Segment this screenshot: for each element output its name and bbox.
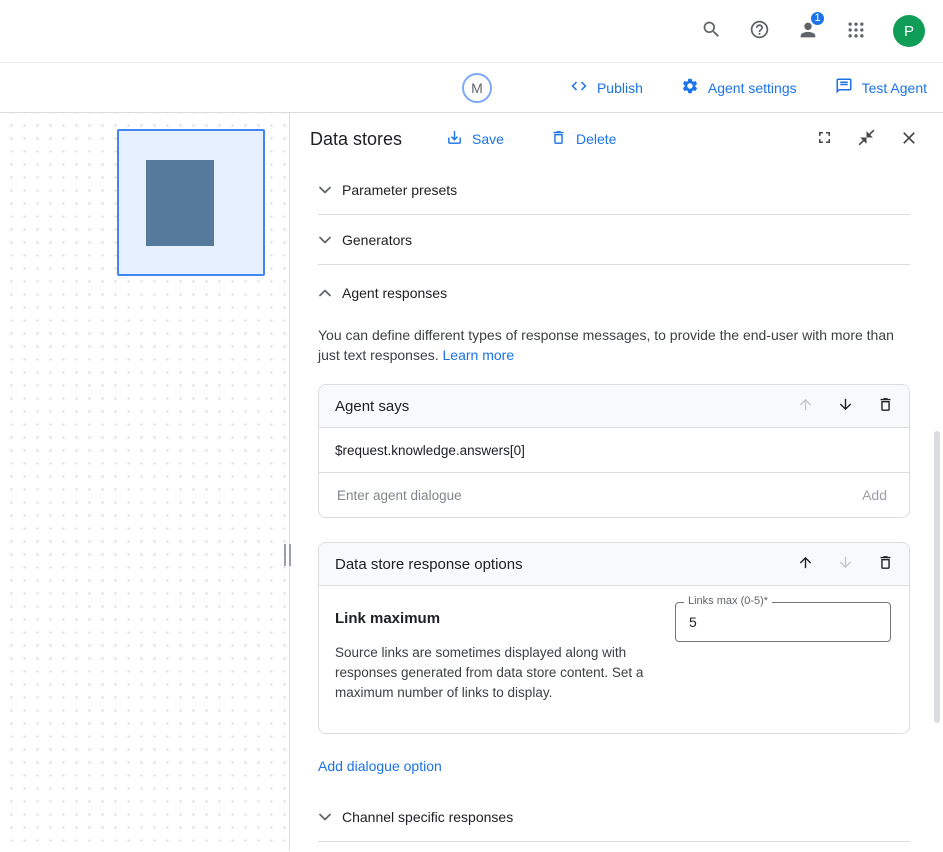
flow-node[interactable] [117,129,265,276]
option-title: Link maximum [335,610,673,627]
card-actions [797,396,894,416]
fullscreen-button[interactable] [815,128,834,150]
agent-dialogue-input-row: Add [319,473,909,517]
agent-settings-button[interactable]: Agent settings [679,73,799,102]
move-down-button[interactable] [837,396,854,416]
agent-dialogue-input[interactable] [335,487,856,504]
test-agent-label: Test Agent [862,80,927,96]
panel-header: Data stores Save Delete [290,113,943,165]
agent-says-card: Agent says [318,384,910,518]
delete-card-button[interactable] [877,396,894,416]
arrow-down-icon [837,396,854,416]
panel-header-actions [815,128,919,151]
agent-avatar[interactable]: M [462,73,492,103]
section-label: Channel specific responses [342,809,513,825]
notifications-button[interactable]: 1 [797,19,819,44]
chat-icon [835,77,853,98]
arrow-down-icon [837,554,854,574]
test-agent-button[interactable]: Test Agent [833,73,929,102]
search-button[interactable] [701,19,722,43]
fullscreen-icon [815,128,834,150]
search-icon [701,19,722,43]
code-icon [570,77,588,98]
section-label: Parameter presets [342,182,457,198]
move-up-button[interactable] [797,554,814,574]
section-label: Generators [342,232,412,248]
close-icon [899,128,919,151]
panel-resize-handle[interactable] [284,544,291,566]
notification-badge: 1 [809,10,826,27]
agent-says-card-header: Agent says [319,385,909,428]
card-title: Data store response options [335,556,523,573]
save-icon [446,129,463,149]
topbar: 1 P [0,0,943,63]
card-title: Agent says [335,398,409,415]
close-panel-button[interactable] [899,128,919,151]
chevron-up-icon [318,289,331,297]
help-icon [749,19,770,43]
agent-responses-description: You can define different types of respon… [318,325,896,365]
data-store-card-body: Link maximum Source links are sometimes … [319,586,909,733]
section-agent-responses[interactable]: Agent responses [318,265,910,321]
chevron-down-icon [318,813,331,821]
trash-icon [550,129,567,149]
agent-settings-label: Agent settings [708,80,797,96]
links-max-label: Links max (0-5)* [684,595,772,607]
arrow-up-icon [797,554,814,574]
move-down-button[interactable] [837,554,854,574]
data-store-card-header: Data store response options [319,543,909,586]
page-title: Data stores [310,129,402,150]
trash-icon [877,396,894,416]
apps-grid-icon [846,20,866,43]
chevron-down-icon [318,186,331,194]
learn-more-link[interactable]: Learn more [443,347,515,363]
option-description: Source links are sometimes displayed alo… [335,643,673,703]
panel-body: Parameter presets Generators Agent respo… [290,165,943,842]
help-button[interactable] [749,19,770,43]
main-area: Data stores Save Delete [0,113,943,851]
links-max-field: Links max (0-5)* [675,602,891,642]
divider [318,841,910,842]
data-stores-panel: Data stores Save Delete [290,113,943,851]
chevron-down-icon [318,236,331,244]
publish-label: Publish [597,80,643,96]
node-thumbnail [146,160,214,246]
section-channel-specific-responses[interactable]: Channel specific responses [318,792,910,841]
account-avatar[interactable]: P [893,15,925,47]
link-maximum-block: Link maximum Source links are sometimes … [335,598,673,703]
agent-dialogue-value[interactable]: $request.knowledge.answers[0] [319,428,909,473]
delete-label: Delete [576,131,616,147]
section-generators[interactable]: Generators [318,215,910,264]
add-dialogue-option-button[interactable]: Add dialogue option [318,758,442,774]
save-label: Save [472,131,504,147]
section-label: Agent responses [342,285,447,301]
agent-toolbar: M Publish Agent settings Test Agent [0,63,943,113]
save-button[interactable]: Save [444,125,506,153]
card-actions [797,554,894,574]
delete-card-button[interactable] [877,554,894,574]
section-parameter-presets[interactable]: Parameter presets [318,165,910,214]
links-max-input[interactable] [675,602,891,642]
collapse-button[interactable] [857,128,876,150]
data-store-options-card: Data store response options [318,542,910,734]
publish-button[interactable]: Publish [568,73,645,102]
arrow-up-icon [797,396,814,416]
apps-grid-button[interactable] [846,20,866,43]
trash-icon [877,554,894,574]
collapse-icon [857,128,876,150]
delete-button[interactable]: Delete [548,125,618,153]
gear-icon [681,77,699,98]
description-text: You can define different types of respon… [318,327,894,363]
flow-canvas[interactable] [0,113,290,851]
scrollbar[interactable] [934,431,940,723]
move-up-button[interactable] [797,396,814,416]
add-button[interactable]: Add [856,486,893,504]
